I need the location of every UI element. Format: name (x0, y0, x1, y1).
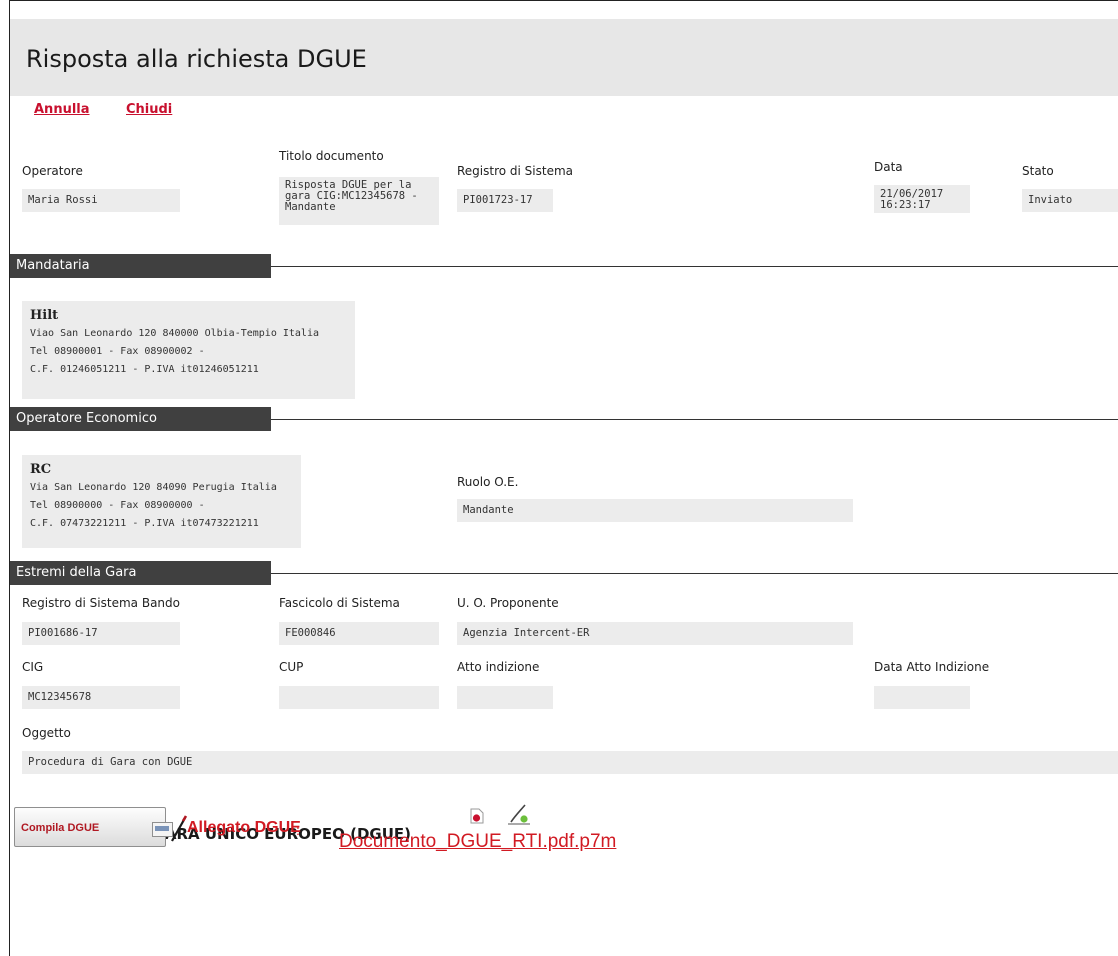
fascicolo-sistema-label: Fascicolo di Sistema (279, 596, 400, 610)
ruolo-oe-field: Mandante (457, 499, 853, 522)
annulla-link[interactable]: Annulla (34, 102, 90, 117)
frame-top-border (9, 0, 1118, 1)
compila-dgue-button-body[interactable]: Compila DGUE (14, 807, 166, 847)
cig-field: MC12345678 (22, 686, 180, 709)
dgue-edit-icon (152, 815, 188, 842)
mandataria-tax: C.F. 01246051211 - P.IVA it01246051211 (30, 364, 259, 375)
atto-indizione-label: Atto indizione (457, 660, 540, 674)
data-atto-indizione-field (874, 686, 970, 709)
registro-bando-label: Registro di Sistema Bando (22, 596, 180, 610)
oggetto-field: Procedura di Gara con DGUE (22, 751, 1118, 774)
section-estremi-gara: Estremi della Gara (10, 561, 271, 585)
registro-bando-field: PI001686-17 (22, 622, 180, 645)
stato-field: Inviato (1022, 189, 1118, 212)
pdf-file-icon (470, 808, 484, 824)
page-title: Risposta alla richiesta DGUE (26, 45, 367, 73)
registro-sistema-field: PI001723-17 (457, 189, 553, 212)
cup-field (279, 686, 439, 709)
section-divider-mandataria (271, 266, 1118, 267)
mandataria-address: Viao San Leonardo 120 840000 Olbia-Tempi… (30, 328, 319, 339)
section-divider-gara (271, 573, 1118, 574)
registro-sistema-label: Registro di Sistema (457, 164, 574, 178)
section-divider-operatore (271, 419, 1118, 420)
fascicolo-sistema-field: FE000846 (279, 622, 439, 645)
section-mandataria: Mandataria (10, 254, 271, 278)
uo-proponente-field: Agenzia Intercent-ER (457, 622, 853, 645)
stato-label: Stato (1022, 164, 1054, 178)
data-field: 21/06/2017 16:23:17 (874, 185, 970, 213)
operatore-tax: C.F. 07473221211 - P.IVA it07473221211 (30, 518, 259, 529)
digital-signature-icon (508, 804, 530, 825)
operatore-address: Via San Leonardo 120 84090 Perugia Itali… (30, 482, 277, 493)
operatore-field: Maria Rossi (22, 189, 180, 212)
compila-dgue-label: Compila DGUE (21, 822, 100, 834)
operatore-label: Operatore (22, 164, 83, 178)
cig-label: CIG (22, 660, 44, 674)
operatore-phone: Tel 08900000 - Fax 08900000 - (30, 500, 205, 511)
allegato-dgue-label: Allegato DGUE (187, 819, 301, 836)
ruolo-oe-label: Ruolo O.E. (457, 475, 519, 489)
cup-label: CUP (279, 660, 304, 674)
operatore-name: RC (30, 462, 52, 477)
atto-indizione-field (457, 686, 553, 709)
allegato-dgue-colon: : (296, 822, 300, 838)
data-atto-indizione-label: Data Atto Indizione (874, 660, 990, 674)
mandataria-name: Hilt (30, 308, 59, 323)
frame-left-border (9, 0, 10, 956)
mandataria-phone: Tel 08900001 - Fax 08900002 - (30, 346, 205, 357)
chiudi-link[interactable]: Chiudi (126, 102, 172, 117)
titolo-documento-label: Titolo documento (279, 149, 384, 163)
titolo-documento-field: Risposta DGUE per la gara CIG:MC12345678… (279, 177, 439, 225)
section-operatore-economico: Operatore Economico (10, 407, 271, 431)
allegato-file-link[interactable]: Documento_DGUE_RTI.pdf.p7m (339, 831, 616, 853)
mandataria-address-card: Hilt Viao San Leonardo 120 840000 Olbia-… (22, 301, 355, 399)
operatore-address-card: RC Via San Leonardo 120 84090 Perugia It… (22, 455, 301, 548)
data-label: Data (874, 160, 903, 174)
compila-dgue-button[interactable]: Compila DGUE (14, 807, 188, 847)
oggetto-label: Oggetto (22, 726, 71, 740)
uo-proponente-label: U. O. Proponente (457, 596, 559, 610)
